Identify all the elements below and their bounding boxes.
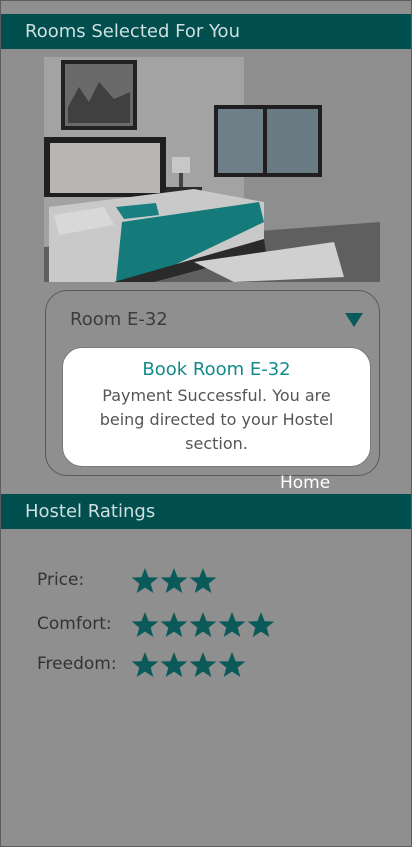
caret-down-icon[interactable] [345, 313, 363, 327]
star-rating [131, 611, 275, 639]
star-icon [218, 652, 246, 677]
dialog-title: Book Room E-32 [142, 359, 291, 380]
star-icon [189, 612, 217, 637]
star-rating [131, 651, 246, 679]
star-icon [160, 652, 188, 677]
star-icon [247, 612, 275, 637]
rooms-section-title: Rooms Selected For You [25, 21, 240, 42]
star-icon [160, 612, 188, 637]
star-icon [189, 652, 217, 677]
room-photo [44, 57, 380, 282]
star-icon [218, 612, 246, 637]
rooms-section-header: Rooms Selected For You [1, 14, 411, 49]
rating-label: Comfort: [37, 614, 112, 634]
rating-label: Freedom: [37, 654, 117, 674]
dialog-message: Payment Successful. You are being direct… [99, 386, 334, 453]
star-icon [131, 652, 159, 677]
ratings-section-title: Hostel Ratings [25, 501, 156, 522]
star-rating [131, 567, 217, 595]
star-icon [189, 568, 217, 593]
room-select-value: Room E-32 [70, 309, 168, 330]
booking-confirmation-dialog: Book Room E-32 Payment Successful. You a… [62, 347, 371, 467]
app-screen: Rooms Selected For You Room E-32 Book Ro… [0, 0, 412, 847]
rating-label: Price: [37, 570, 85, 590]
star-icon [160, 568, 188, 593]
star-icon [131, 612, 159, 637]
home-link[interactable]: Home [280, 473, 330, 493]
ratings-section-header: Hostel Ratings [1, 494, 411, 529]
star-icon [131, 568, 159, 593]
